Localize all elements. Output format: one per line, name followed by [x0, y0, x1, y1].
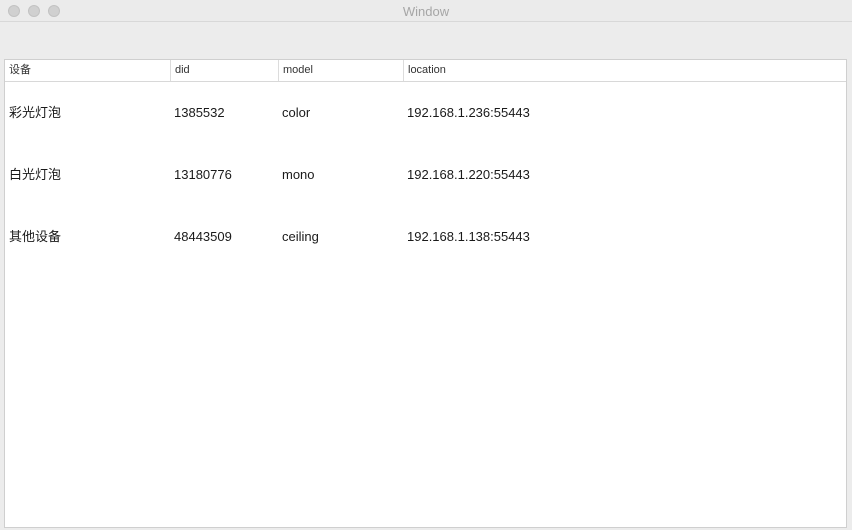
table-row[interactable]: 其他设备 48443509 ceiling 192.168.1.138:5544… — [5, 206, 846, 268]
table-row[interactable]: 彩光灯泡 1385532 color 192.168.1.236:55443 — [5, 82, 846, 144]
cell-did: 1385532 — [174, 105, 225, 120]
column-header-did[interactable]: did — [170, 60, 278, 81]
column-header-device[interactable]: 设备 — [5, 60, 170, 81]
title-bar[interactable]: Window — [0, 0, 852, 22]
cell-device: 其他设备 — [9, 229, 62, 244]
cell-model: mono — [282, 167, 315, 182]
table-header: 设备 did model location — [5, 60, 846, 82]
column-header-model[interactable]: model — [278, 60, 403, 81]
cell-device: 彩光灯泡 — [9, 105, 62, 120]
toolbar-area — [0, 22, 852, 59]
cell-did: 48443509 — [174, 229, 232, 244]
cell-model: ceiling — [282, 229, 319, 244]
cell-location: 192.168.1.236:55443 — [407, 105, 530, 120]
cell-location: 192.168.1.138:55443 — [407, 229, 530, 244]
column-header-location[interactable]: location — [403, 60, 846, 81]
cell-did: 13180776 — [174, 167, 232, 182]
cell-location: 192.168.1.220:55443 — [407, 167, 530, 182]
table-row[interactable]: 白光灯泡 13180776 mono 192.168.1.220:55443 — [5, 144, 846, 206]
cell-model: color — [282, 105, 311, 120]
window-title: Window — [402, 4, 450, 19]
cell-device: 白光灯泡 — [9, 167, 62, 182]
device-table[interactable]: 设备 did model location 彩光灯泡 1385532 color… — [4, 59, 847, 528]
app-window: Window 设备 did model location 彩光灯泡 138553… — [0, 0, 852, 530]
